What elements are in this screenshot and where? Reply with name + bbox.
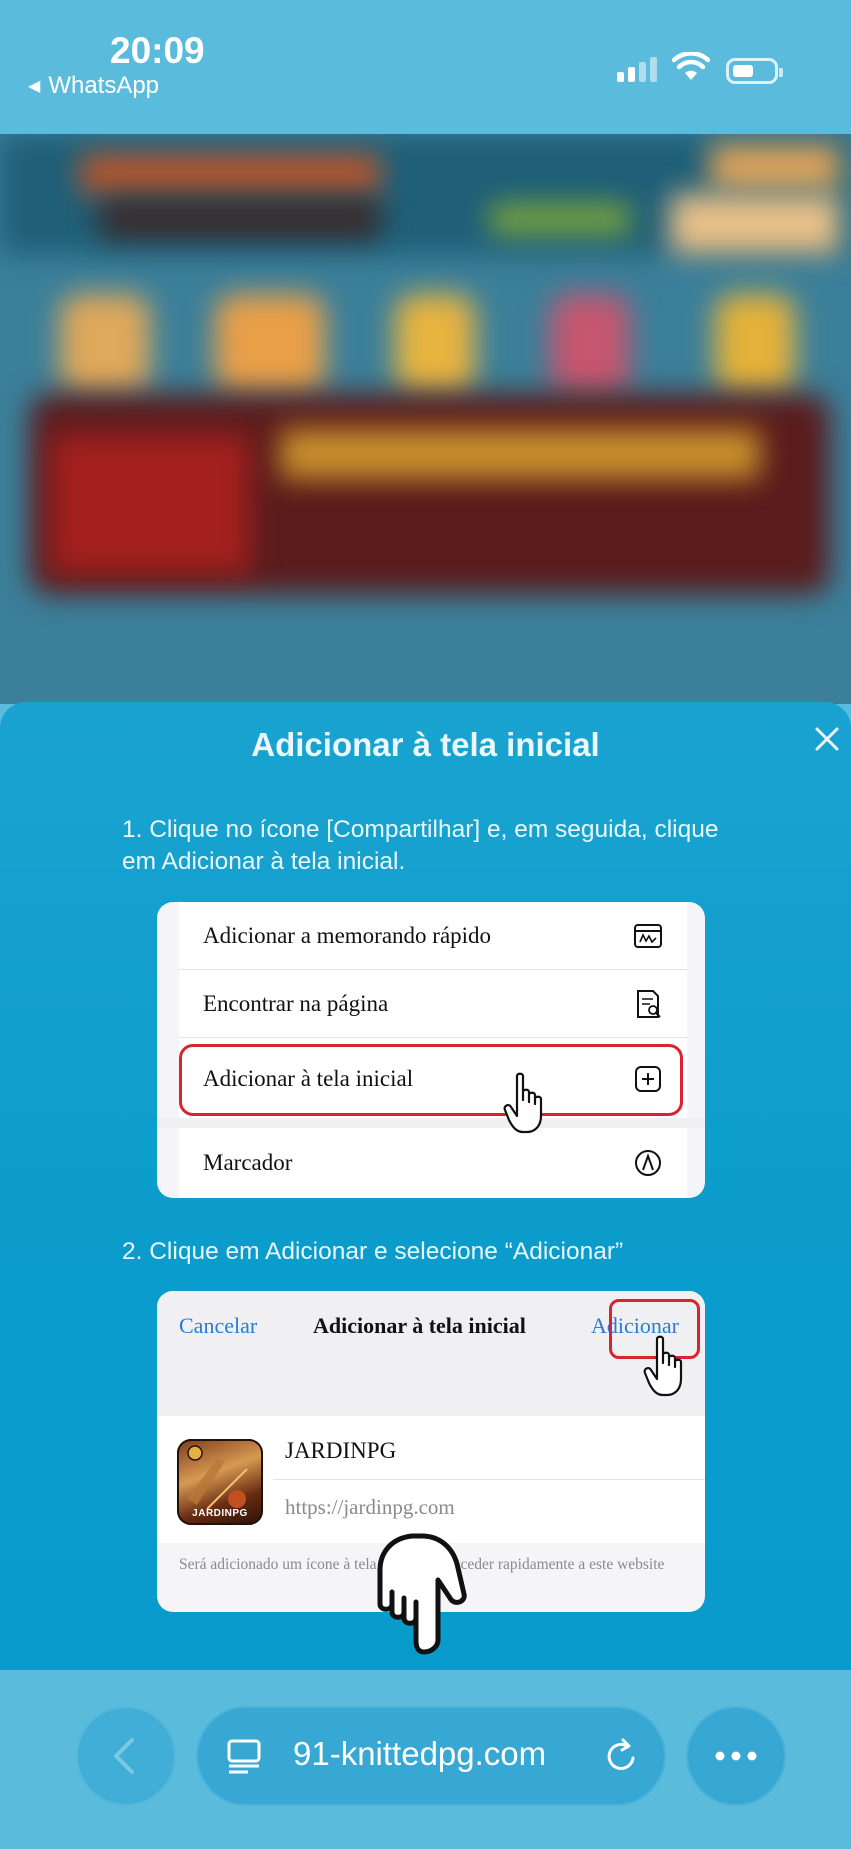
dialog-title: Adicionar à tela inicial [313, 1313, 526, 1338]
url-text: 91-knittedpg.com [293, 1735, 547, 1772]
pointer-hand-icon-small [643, 1335, 683, 1397]
status-time: 20:09 [110, 30, 205, 71]
markup-icon [635, 1150, 661, 1176]
pointer-hand-icon [503, 1072, 543, 1134]
menu-item-find-in-page: Encontrar na página [179, 970, 687, 1038]
find-in-page-icon [637, 989, 661, 1018]
close-icon[interactable] [810, 722, 844, 756]
dialog-cancel-button: Cancelar [179, 1313, 258, 1338]
sheet-title: Adicionar à tela inicial [251, 726, 600, 763]
ellipsis-icon [715, 1751, 757, 1761]
cellular-signal-icon [617, 57, 657, 82]
share-menu-illustration: Adicionar a memorando rápido Encontrar n… [157, 902, 705, 1198]
chevron-left-icon [114, 1738, 134, 1774]
menu-item-label: Marcador [203, 1150, 293, 1175]
address-bar[interactable]: 91-knittedpg.com [196, 1706, 666, 1806]
back-to-app-link[interactable]: ◀ WhatsApp [28, 72, 159, 100]
app-icon: JARDINPG [177, 1439, 263, 1525]
highlight-box [179, 1044, 683, 1116]
page-menu-icon[interactable] [226, 1738, 262, 1774]
app-url-field: https://jardinpg.com [285, 1495, 455, 1519]
more-options-button[interactable] [686, 1706, 786, 1806]
menu-item-label: Encontrar na página [203, 990, 389, 1016]
app-name-field: JARDINPG [285, 1438, 397, 1463]
quick-note-icon [634, 923, 662, 948]
back-triangle-icon: ◀ [28, 78, 41, 95]
step-1-text: 1. Clique no ícone [Compartilhar] e, em … [122, 816, 719, 875]
back-app-label: WhatsApp [48, 72, 160, 99]
menu-item-markup: Marcador [179, 1128, 687, 1198]
menu-item-quick-note: Adicionar a memorando rápido [179, 902, 687, 970]
step-2-text: 2. Clique em Adicionar e selecione “Adic… [122, 1238, 624, 1265]
browser-back-button[interactable] [76, 1706, 176, 1806]
reload-icon[interactable] [601, 1736, 641, 1776]
background-webpage [0, 134, 851, 704]
wifi-icon [672, 52, 710, 80]
app-icon-label: JARDINPG [192, 1508, 248, 1519]
pointing-down-hand-icon [377, 1533, 467, 1655]
battery-icon [726, 58, 783, 84]
menu-item-label: Adicionar a memorando rápido [203, 922, 492, 948]
